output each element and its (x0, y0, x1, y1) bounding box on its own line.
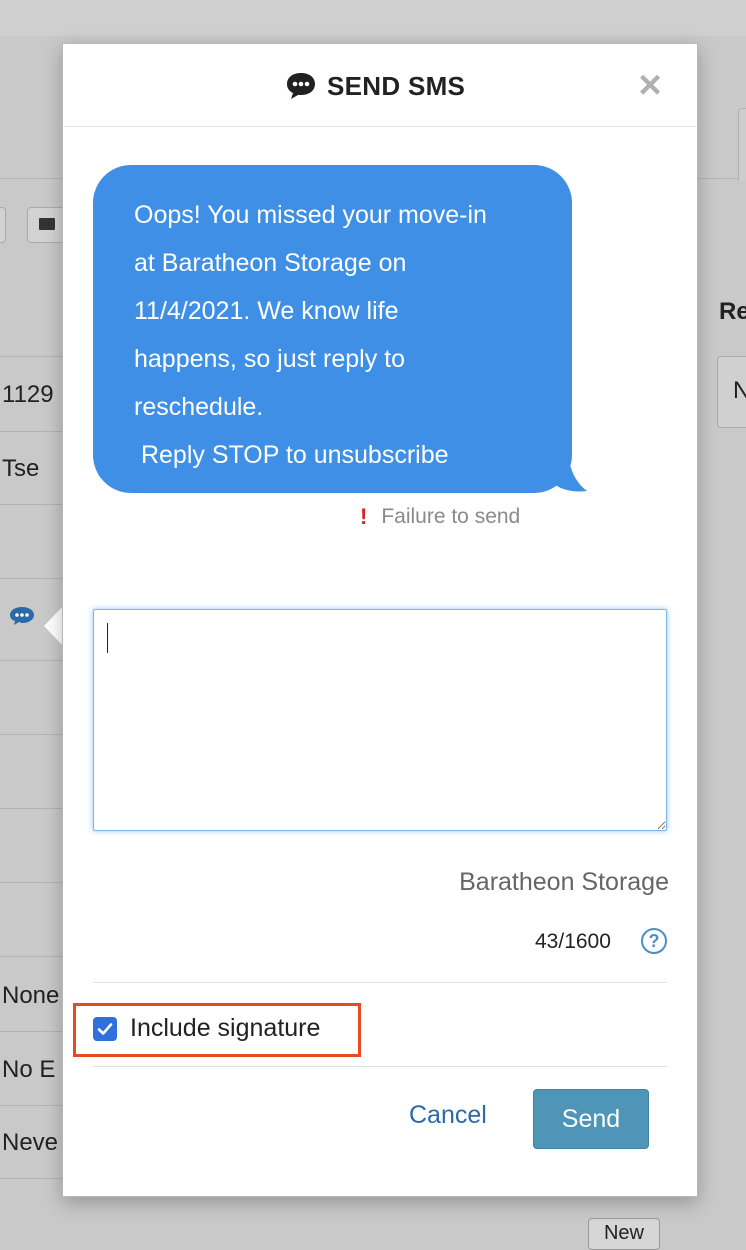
background-row-divider (0, 956, 62, 957)
send-sms-dialog: SEND SMS × Oops! You missed your move-in… (62, 43, 698, 1197)
sms-message-bubble: Oops! You missed your move-in at Barathe… (93, 165, 572, 493)
background-tab[interactable] (738, 108, 746, 181)
dialog-title: SEND SMS (327, 70, 466, 101)
background-row-divider (0, 882, 62, 883)
background-row-divider (0, 1105, 62, 1106)
dialog-header: SEND SMS × (63, 44, 697, 127)
background-row-divider (0, 431, 62, 432)
sms-message-text: Oops! You missed your move-in at Barathe… (134, 201, 487, 469)
popover-arrow (44, 606, 63, 646)
close-icon[interactable]: × (635, 65, 665, 105)
include-signature-label: Include signature (130, 1014, 321, 1042)
signature-preview: Baratheon Storage (459, 868, 669, 896)
background-row-text: No E (2, 1056, 56, 1083)
chat-icon[interactable] (9, 606, 35, 626)
include-signature-option[interactable]: Include signature (93, 1014, 320, 1043)
background-right-select-value: N (733, 377, 746, 404)
divider (93, 982, 667, 983)
bubble-tail (553, 439, 587, 492)
background-row-text: None (2, 982, 60, 1009)
background-row-text: Neve (2, 1129, 59, 1156)
sms-message-input[interactable] (93, 609, 667, 831)
dialog-title-group: SEND SMS (285, 68, 465, 104)
character-counter: 43/1600 (535, 930, 611, 953)
background-row-text: 1129 (2, 381, 54, 408)
background-row-divider (0, 660, 62, 661)
background-row-divider (0, 734, 62, 735)
background-right-heading: Re (719, 298, 746, 325)
background-button[interactable] (0, 207, 6, 243)
background-row-divider (0, 1031, 62, 1032)
background-row-text: Tse (2, 455, 40, 482)
include-signature-checkbox[interactable] (93, 1016, 117, 1041)
background-topbar (0, 0, 746, 37)
text-caret (107, 623, 108, 653)
background-row-divider (0, 808, 62, 809)
question-circle-icon[interactable]: ? (641, 928, 667, 954)
background-row-divider (0, 1178, 62, 1179)
background-row-divider (0, 578, 62, 579)
send-failure-status: ! Failure to send (360, 504, 520, 530)
folder-icon (39, 218, 55, 230)
cancel-button[interactable]: Cancel (409, 1101, 487, 1130)
failure-text: Failure to send (381, 505, 521, 528)
background-row-divider (0, 504, 62, 505)
speech-bubble-icon (287, 73, 315, 99)
divider (93, 1066, 667, 1067)
background-new-button[interactable]: New (588, 1218, 660, 1250)
background-row-divider (0, 356, 62, 357)
checkmark-icon (97, 1022, 113, 1035)
exclamation-icon: ! (360, 504, 368, 529)
send-button[interactable]: Send (533, 1089, 649, 1149)
